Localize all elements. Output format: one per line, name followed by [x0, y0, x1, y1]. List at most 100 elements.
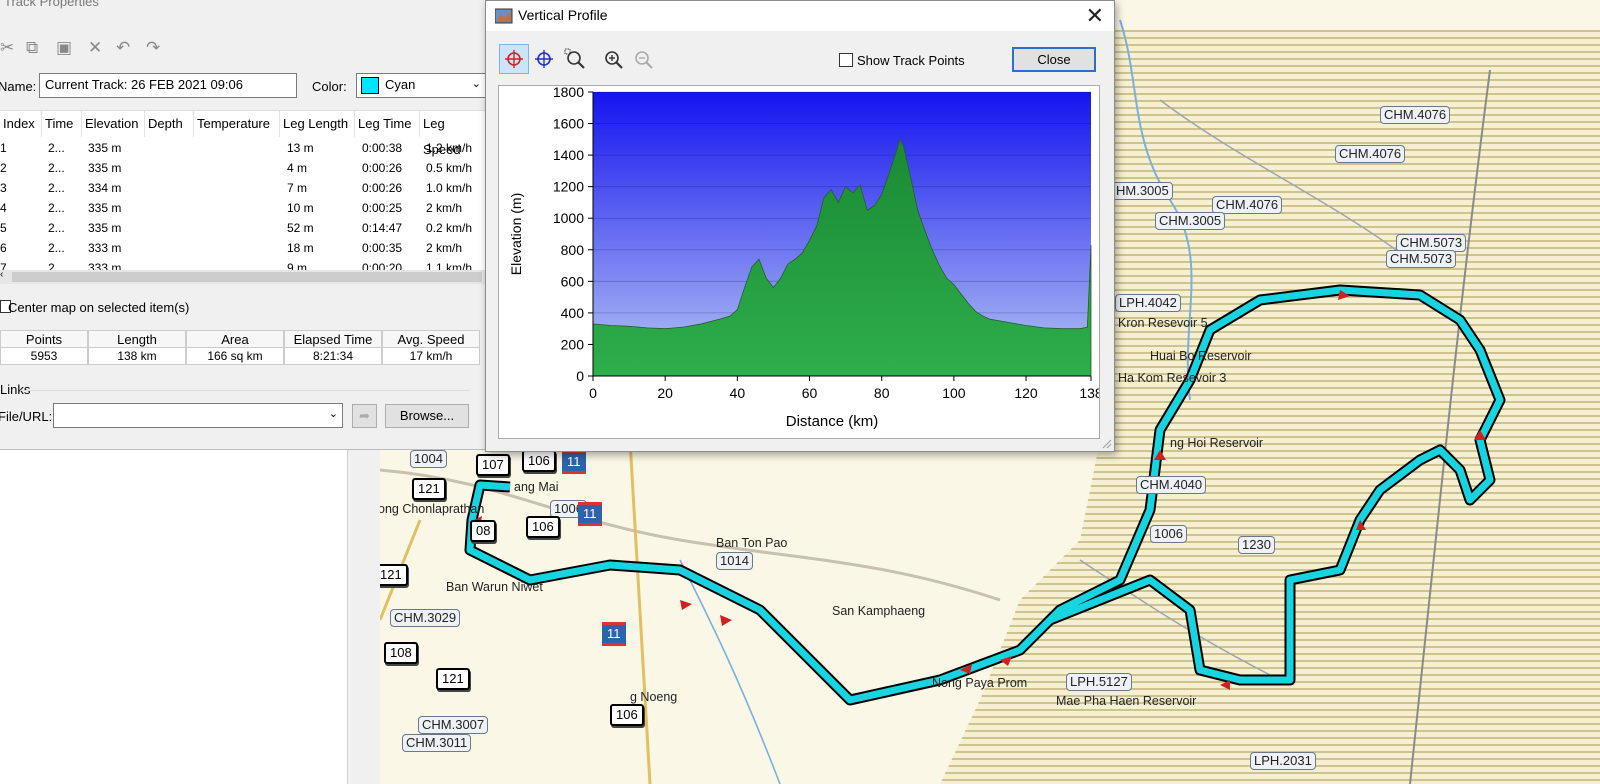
stat-value-length: 138 km — [88, 348, 186, 365]
table-cell[interactable]: 2... — [48, 198, 65, 218]
table-cell[interactable]: 2... — [48, 178, 65, 198]
table-cell[interactable]: 6 — [0, 238, 7, 258]
table-cell[interactable]: 1.0 km/h — [426, 178, 472, 198]
table-cell[interactable]: 18 m — [287, 238, 314, 258]
table-cell[interactable]: 0.5 km/h — [426, 158, 472, 178]
table-cell[interactable]: 335 m — [88, 218, 121, 238]
table-cell[interactable]: 13 m — [287, 138, 314, 158]
show-track-points-checkbox[interactable] — [839, 53, 853, 67]
table-cell[interactable]: 1 — [0, 138, 7, 158]
table-cell[interactable]: 0:00:38 — [362, 138, 402, 158]
table-cell[interactable]: 4 m — [287, 158, 307, 178]
table-cell[interactable]: 2... — [48, 218, 65, 238]
table-cell[interactable]: 2... — [48, 138, 65, 158]
elevation-chart-frame: 0 200 400 600 800 1000 1200 1400 1600 1800 0 20 40 6… — [498, 84, 1103, 439]
chevron-down-icon: ⌄ — [328, 408, 338, 420]
table-cell[interactable]: 4 — [0, 198, 7, 218]
column-header-time[interactable]: Time — [42, 111, 82, 137]
color-select[interactable]: Cyan ⌄ — [356, 73, 486, 98]
open-link-button[interactable]: ➦ — [352, 404, 377, 428]
table-cell[interactable]: 333 m — [88, 238, 121, 258]
x-tick-label: 100 — [942, 385, 966, 401]
resize-grip-icon[interactable] — [1100, 437, 1112, 449]
elevation-chart[interactable]: 0 200 400 600 800 1000 1200 1400 1600 1800 0 20 40 6… — [499, 84, 1103, 438]
table-cell[interactable]: 0:00:26 — [362, 158, 402, 178]
paste-icon[interactable]: ▣ — [56, 38, 72, 58]
center-map-label: Center map on selected item(s) — [8, 300, 190, 315]
x-tick-label: 0 — [589, 385, 597, 401]
column-header-leg-time[interactable]: Leg Time — [355, 111, 420, 137]
track-properties-title: Track Properties — [4, 0, 99, 9]
table-cell[interactable]: 3 — [0, 178, 7, 198]
highway-shield: 107 — [476, 454, 510, 476]
table-cell[interactable]: 9 m — [287, 258, 307, 270]
zoom-in-tool[interactable] — [598, 44, 628, 74]
copy-icon[interactable]: ⧉ — [26, 38, 38, 58]
close-button[interactable]: Close — [1012, 47, 1096, 72]
road-label: CHM.3011 — [402, 734, 472, 752]
table-cell[interactable]: 7 m — [287, 178, 307, 198]
cut-icon[interactable]: ✂ — [0, 38, 14, 58]
table-cell[interactable]: 2... — [48, 258, 65, 270]
table-cell[interactable]: 52 m — [287, 218, 314, 238]
track-name-input[interactable]: Current Track: 26 FEB 2021 09:06 — [39, 73, 297, 98]
place-label: Nong Paya Prom — [932, 676, 1028, 690]
place-label: Ban Ton Pao — [716, 536, 788, 550]
table-cell[interactable]: 2... — [48, 238, 65, 258]
road-label: CHM.3005 — [1155, 212, 1226, 230]
place-label: ong Chonlaprathan — [380, 502, 485, 516]
table-cell[interactable]: 10 m — [287, 198, 314, 218]
table-cell[interactable]: 0:00:26 — [362, 178, 402, 198]
column-header-index[interactable]: Index — [0, 111, 42, 137]
table-cell[interactable]: 0:14:47 — [362, 218, 402, 238]
table-cell[interactable]: 2 km/h — [426, 238, 462, 258]
table-cell[interactable]: 0:00:25 — [362, 198, 402, 218]
column-header-leg-length[interactable]: Leg Length — [280, 111, 355, 137]
table-cell[interactable]: 2... — [48, 158, 65, 178]
table-cell[interactable]: 335 m — [88, 198, 121, 218]
highway-shield: 106 — [610, 704, 644, 726]
zoom-area-tool[interactable] — [560, 44, 590, 74]
crosshair-tool[interactable] — [529, 44, 559, 74]
zoom-out-tool[interactable] — [628, 44, 658, 74]
table-cell[interactable]: 0:00:35 — [362, 238, 402, 258]
table-cell[interactable]: 1.2 km/h — [426, 138, 472, 158]
delete-icon[interactable]: ✕ — [88, 38, 102, 58]
table-cell[interactable]: 1.1 km/h — [426, 258, 472, 270]
road-label: 1004 — [410, 450, 447, 468]
vertical-profile-titlebar[interactable]: Vertical Profile ✕ — [486, 1, 1114, 31]
y-axis: 0 200 400 600 800 1000 1200 1400 1600 1800 — [553, 84, 593, 384]
track-points-table[interactable]: Index Time Elevation Depth Temperature L… — [0, 110, 486, 270]
splitter[interactable] — [348, 440, 380, 784]
column-header-elevation[interactable]: Elevation — [82, 111, 145, 137]
y-tick-label: 0 — [576, 368, 584, 384]
column-header-depth[interactable]: Depth — [145, 111, 194, 137]
table-cell[interactable]: 335 m — [88, 158, 121, 178]
file-url-input[interactable]: ⌄ — [53, 403, 343, 428]
y-axis-label: Elevation (m) — [508, 193, 524, 275]
table-cell[interactable]: 334 m — [88, 178, 121, 198]
highway-shield: 121 — [436, 668, 470, 690]
name-label: Name: — [0, 79, 37, 94]
road-label: CHM.4076 — [1212, 196, 1283, 214]
table-cell[interactable]: 335 m — [88, 138, 121, 158]
undo-icon[interactable]: ↶ — [116, 38, 130, 58]
scrollbar-thumb[interactable] — [12, 272, 482, 282]
column-header-leg-speed[interactable]: Leg Speed — [420, 111, 486, 157]
browse-button[interactable]: Browse... — [385, 404, 469, 428]
column-header-temperature[interactable]: Temperature — [194, 111, 280, 137]
scroll-left-icon[interactable]: ‹ — [0, 269, 3, 280]
table-cell[interactable]: 0.2 km/h — [426, 218, 472, 238]
close-icon[interactable]: ✕ — [1086, 3, 1104, 29]
stat-value-area: 166 sq km — [186, 348, 284, 365]
select-tool[interactable] — [499, 44, 529, 74]
y-tick-label: 800 — [561, 242, 585, 258]
table-cell[interactable]: 2 — [0, 158, 7, 178]
table-cell[interactable]: 5 — [0, 218, 7, 238]
table-cell[interactable]: 2 km/h — [426, 198, 462, 218]
redo-icon[interactable]: ↷ — [146, 38, 160, 58]
y-tick-label: 200 — [561, 336, 585, 352]
horizontal-scrollbar[interactable]: ‹ — [0, 269, 486, 284]
table-cell[interactable]: 333 m — [88, 258, 121, 270]
table-cell[interactable]: 0:00:20 — [362, 258, 402, 270]
